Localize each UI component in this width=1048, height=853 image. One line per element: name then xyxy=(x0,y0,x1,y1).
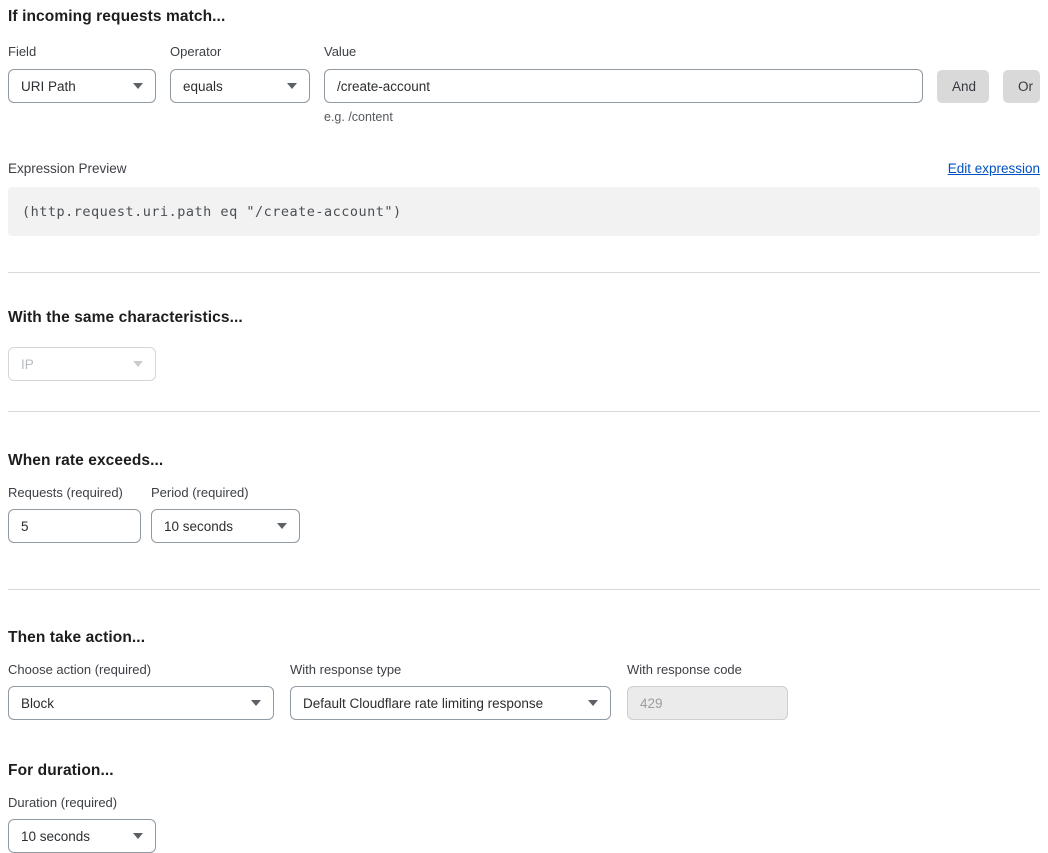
response-code-label: With response code xyxy=(627,663,788,677)
response-type-label: With response type xyxy=(290,663,611,677)
requests-label: Requests (required) xyxy=(8,486,141,500)
period-select[interactable]: 10 seconds xyxy=(151,509,300,543)
operator-select-value: equals xyxy=(183,79,223,94)
section-divider xyxy=(8,272,1040,273)
field-select-value: URI Path xyxy=(21,79,76,94)
chevron-down-icon xyxy=(133,833,143,839)
action-select[interactable]: Block xyxy=(8,686,274,720)
chevron-down-icon xyxy=(133,361,143,367)
section-divider xyxy=(8,589,1040,590)
action-heading: Then take action... xyxy=(8,629,1040,647)
rate-limit-rule-form: If incoming requests match... Field Oper… xyxy=(0,0,1048,853)
field-label: Field xyxy=(8,45,156,59)
rate-heading: When rate exceeds... xyxy=(8,452,1040,470)
action-section: Then take action... Choose action (requi… xyxy=(8,629,1040,720)
expression-preview-code: (http.request.uri.path eq "/create-accou… xyxy=(8,187,1040,236)
chevron-down-icon xyxy=(133,83,143,89)
operator-select[interactable]: equals xyxy=(170,69,310,103)
action-select-value: Block xyxy=(21,696,54,711)
response-type-select[interactable]: Default Cloudflare rate limiting respons… xyxy=(290,686,611,720)
choose-action-label: Choose action (required) xyxy=(8,663,274,677)
and-button[interactable]: And xyxy=(937,70,989,103)
or-button[interactable]: Or xyxy=(1003,70,1040,103)
field-select[interactable]: URI Path xyxy=(8,69,156,103)
chevron-down-icon xyxy=(251,700,261,706)
duration-label: Duration (required) xyxy=(8,796,1040,810)
match-builder-row: Field Operator Value URI Path equals And… xyxy=(8,45,1040,124)
chevron-down-icon xyxy=(287,83,297,89)
chevron-down-icon xyxy=(277,523,287,529)
duration-heading: For duration... xyxy=(8,762,1040,780)
characteristic-select: IP xyxy=(8,347,156,381)
characteristics-heading: With the same characteristics... xyxy=(8,309,1040,327)
match-section-heading: If incoming requests match... xyxy=(8,8,1040,26)
period-label: Period (required) xyxy=(151,486,300,500)
section-divider xyxy=(8,411,1040,412)
value-helper-text: e.g. /content xyxy=(324,110,923,124)
value-label: Value xyxy=(324,45,923,59)
duration-section: For duration... Duration (required) 10 s… xyxy=(8,762,1040,853)
characteristic-select-value: IP xyxy=(21,357,34,372)
response-code-input xyxy=(627,686,788,720)
value-input[interactable] xyxy=(324,69,923,103)
edit-expression-link[interactable]: Edit expression xyxy=(948,161,1040,176)
chevron-down-icon xyxy=(588,700,598,706)
duration-select[interactable]: 10 seconds xyxy=(8,819,156,853)
rate-section: When rate exceeds... Requests (required)… xyxy=(8,452,1040,543)
characteristics-section: With the same characteristics... IP xyxy=(8,309,1040,381)
requests-input[interactable] xyxy=(8,509,141,543)
period-select-value: 10 seconds xyxy=(164,519,233,534)
duration-select-value: 10 seconds xyxy=(21,829,90,844)
expression-preview-header: Expression Preview Edit expression xyxy=(8,161,1040,176)
expression-preview-label: Expression Preview xyxy=(8,162,127,176)
response-type-select-value: Default Cloudflare rate limiting respons… xyxy=(303,696,543,711)
operator-label: Operator xyxy=(170,45,310,59)
